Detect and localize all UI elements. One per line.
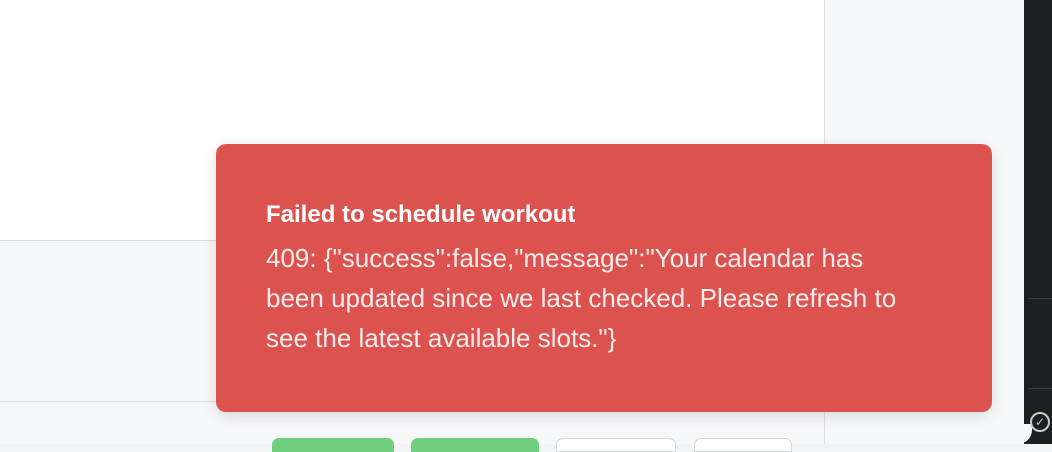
footer-secondary-button[interactable] xyxy=(411,438,539,452)
os-window-edge xyxy=(1016,0,1052,444)
toast-title: Failed to schedule workout xyxy=(266,201,576,228)
footer-outline-button[interactable] xyxy=(556,438,676,452)
footer-outline-button-2[interactable] xyxy=(694,438,792,452)
toast-message: 409: {"success":false,"message":"Your ca… xyxy=(266,243,897,353)
check-circle-icon[interactable]: ✓ xyxy=(1030,412,1050,432)
footer-primary-button[interactable] xyxy=(272,438,394,452)
window-corner xyxy=(1016,424,1032,444)
error-toast[interactable]: Failed to schedule workout 409: {"succes… xyxy=(216,144,992,412)
os-edge-separator-2 xyxy=(1028,388,1052,389)
os-edge-separator xyxy=(1028,298,1052,299)
